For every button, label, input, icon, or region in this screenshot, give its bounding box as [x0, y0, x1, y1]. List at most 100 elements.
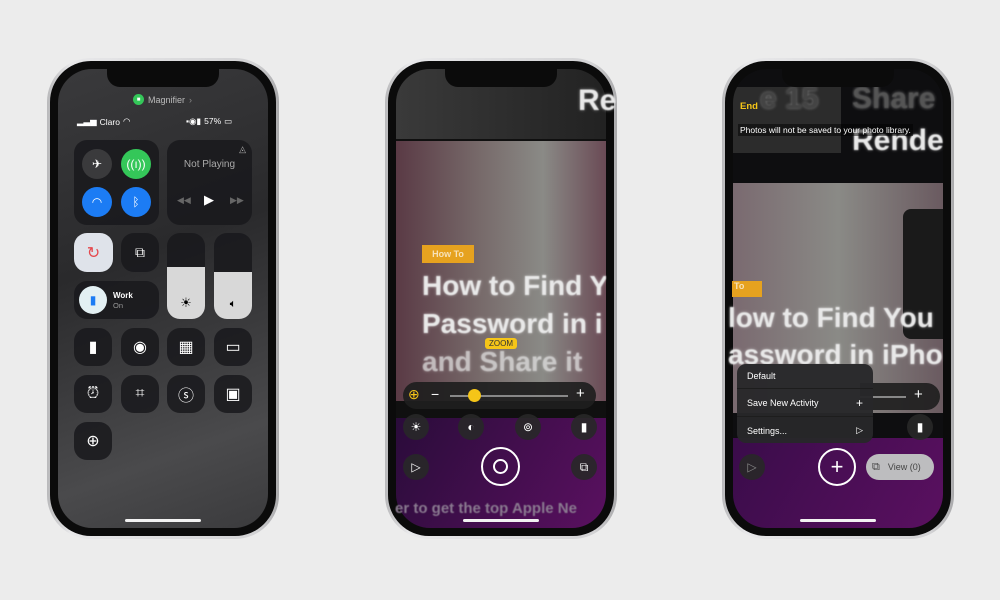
feed-text: e 15 — [760, 82, 819, 115]
feed-headline: How to Find Y — [422, 270, 606, 301]
activity-button[interactable]: ▷ — [739, 454, 765, 480]
antenna-icon: ((ı)) — [126, 157, 146, 171]
shutter-icon — [493, 459, 508, 474]
screen-record-button[interactable]: ◉ — [121, 328, 159, 366]
forward-button[interactable]: ▶▶ — [230, 195, 244, 206]
speaker-icon: 🔈︎ — [214, 271, 252, 319]
quick-note-icon: ▣ — [225, 386, 241, 403]
wifi-icon: ◠ — [91, 195, 103, 209]
flashlight-button[interactable]: ▮ — [907, 414, 933, 440]
magnifier-icon: ⊕ — [86, 433, 100, 450]
now-playing-module: ◬ Not Playing ◀◀ ▶ ▶▶ — [167, 140, 252, 225]
record-icon: ◉ — [133, 339, 147, 356]
activity-icon: ▷ — [856, 425, 863, 435]
zoom-slider[interactable] — [450, 389, 568, 402]
magnifier-button[interactable]: ⊕ — [74, 422, 112, 460]
carrier: Claro — [99, 116, 120, 127]
brightness-slider[interactable]: ☀ — [167, 233, 205, 319]
menu-item-label: Save New Activity — [747, 398, 819, 408]
filters-button[interactable]: ⊚ — [515, 414, 541, 440]
notch — [445, 69, 557, 87]
focus-work-icon: ▮ — [79, 286, 107, 314]
shazam-icon: ⓢ — [177, 388, 194, 405]
capture-button[interactable] — [481, 447, 520, 486]
flashlight-icon: ▮ — [88, 339, 98, 356]
rotation-lock-toggle[interactable]: ↻ — [74, 233, 113, 272]
home-indicator[interactable] — [800, 519, 876, 522]
notch — [782, 69, 894, 87]
rotation-lock-icon: ↻ — [86, 244, 101, 262]
capture-button[interactable]: + — [818, 448, 856, 486]
contrast-icon: ◐ — [467, 420, 475, 434]
notes-button[interactable]: ▣ — [214, 375, 252, 413]
rewind-button[interactable]: ◀◀ — [177, 195, 191, 206]
volume-slider[interactable]: 🔈︎ — [214, 233, 252, 319]
media-title: Not Playing — [183, 159, 236, 170]
calculator-icon: ▦ — [178, 339, 194, 356]
activity-menu: Default Save New Activity + Settings... ▷ — [737, 364, 873, 443]
menu-item-label: Settings... — [747, 425, 788, 436]
feed-headline: Password in i — [422, 308, 603, 339]
airplay-icon[interactable]: ◬ — [239, 144, 246, 155]
screen-mirroring-button[interactable]: ⧉ — [121, 233, 159, 272]
activity-icon: ▷ — [747, 460, 757, 474]
brightness-icon: ☀ — [410, 420, 422, 434]
play-button[interactable]: ▶ — [204, 192, 214, 208]
feed-text: er to get the top Apple Ne — [395, 500, 577, 517]
home-indicator[interactable] — [125, 519, 201, 522]
feed-text: Re — [578, 84, 617, 117]
zoom-in-button[interactable]: + — [576, 385, 585, 402]
filters-icon: ⊚ — [522, 420, 534, 434]
menu-item-default[interactable]: Default — [737, 364, 873, 389]
feed-tag: How To — [422, 245, 474, 263]
qr-code-icon: ⌗ — [135, 385, 145, 402]
focus-button[interactable]: ▮ Work On — [74, 281, 159, 319]
view-count-label: View (0) — [887, 462, 921, 472]
activity-icon: ▷ — [411, 460, 421, 474]
brightness-icon: ☀ — [167, 267, 205, 319]
calculator-button[interactable]: ▦ — [167, 328, 205, 366]
menu-item-settings[interactable]: Settings... ▷ — [737, 418, 873, 443]
airplane-mode-toggle[interactable]: ✈ — [82, 149, 112, 179]
bluetooth-toggle[interactable]: ᛒ — [121, 187, 151, 217]
activity-button[interactable]: ▷ — [403, 454, 429, 480]
home-indicator[interactable] — [463, 519, 539, 522]
airplane-icon: ✈ — [91, 157, 103, 171]
flashlight-button[interactable]: ▮ — [571, 414, 597, 440]
wifi-toggle[interactable]: ◠ — [82, 187, 112, 217]
zoom-out-button[interactable]: − — [431, 386, 439, 402]
status-icons: ▪◉▮ — [186, 116, 202, 126]
plus-icon: + — [830, 454, 844, 479]
battery-icon: ▭ — [224, 116, 233, 126]
screen-mirroring-icon: ⧉ — [135, 244, 145, 260]
menu-item-save-new-activity[interactable]: Save New Activity + — [737, 390, 873, 417]
view-photos-button[interactable]: ⧉ View (0) — [866, 454, 934, 480]
feed-headline: and Share it — [422, 346, 583, 377]
qr-scanner-button[interactable]: ⌗ — [121, 375, 159, 413]
focus-label: Work — [113, 291, 133, 300]
shazam-button[interactable]: ⓢ — [167, 375, 205, 413]
photos-stack-icon: ⧉ — [872, 460, 880, 473]
flashlight-icon: ▮ — [580, 420, 588, 434]
zoom-icon[interactable]: ⊕ — [408, 386, 420, 403]
chevron-right-icon: › — [189, 94, 193, 105]
bluetooth-icon: ᛒ — [132, 195, 140, 209]
cellular-toggle[interactable]: ((ı)) — [121, 149, 151, 179]
notch — [107, 69, 219, 87]
multi-photo-button[interactable]: ⧉ — [571, 454, 597, 480]
status-right: ▪◉▮ 57% ▭ — [186, 116, 232, 127]
flashlight-icon: ▮ — [916, 420, 924, 434]
low-power-button[interactable]: ▭ — [214, 328, 252, 366]
alarm-button[interactable]: ⏰︎ — [74, 375, 112, 413]
active-app-indicator[interactable]: ■ Magnifier › — [133, 94, 192, 105]
zoom-in-button[interactable]: + — [914, 386, 923, 403]
battery-percent: 57% — [204, 116, 222, 126]
status-left: ▂▃▅ Claro ◠ — [77, 116, 130, 127]
zoom-slider-thumb[interactable] — [467, 389, 481, 402]
flashlight-button[interactable]: ▮ — [74, 328, 112, 366]
active-app-name: Magnifier — [148, 94, 186, 105]
camera-icon: ■ — [133, 94, 144, 105]
contrast-button[interactable]: ◐ — [458, 414, 484, 440]
brightness-button[interactable]: ☀ — [403, 414, 429, 440]
end-button[interactable]: End — [740, 101, 758, 112]
